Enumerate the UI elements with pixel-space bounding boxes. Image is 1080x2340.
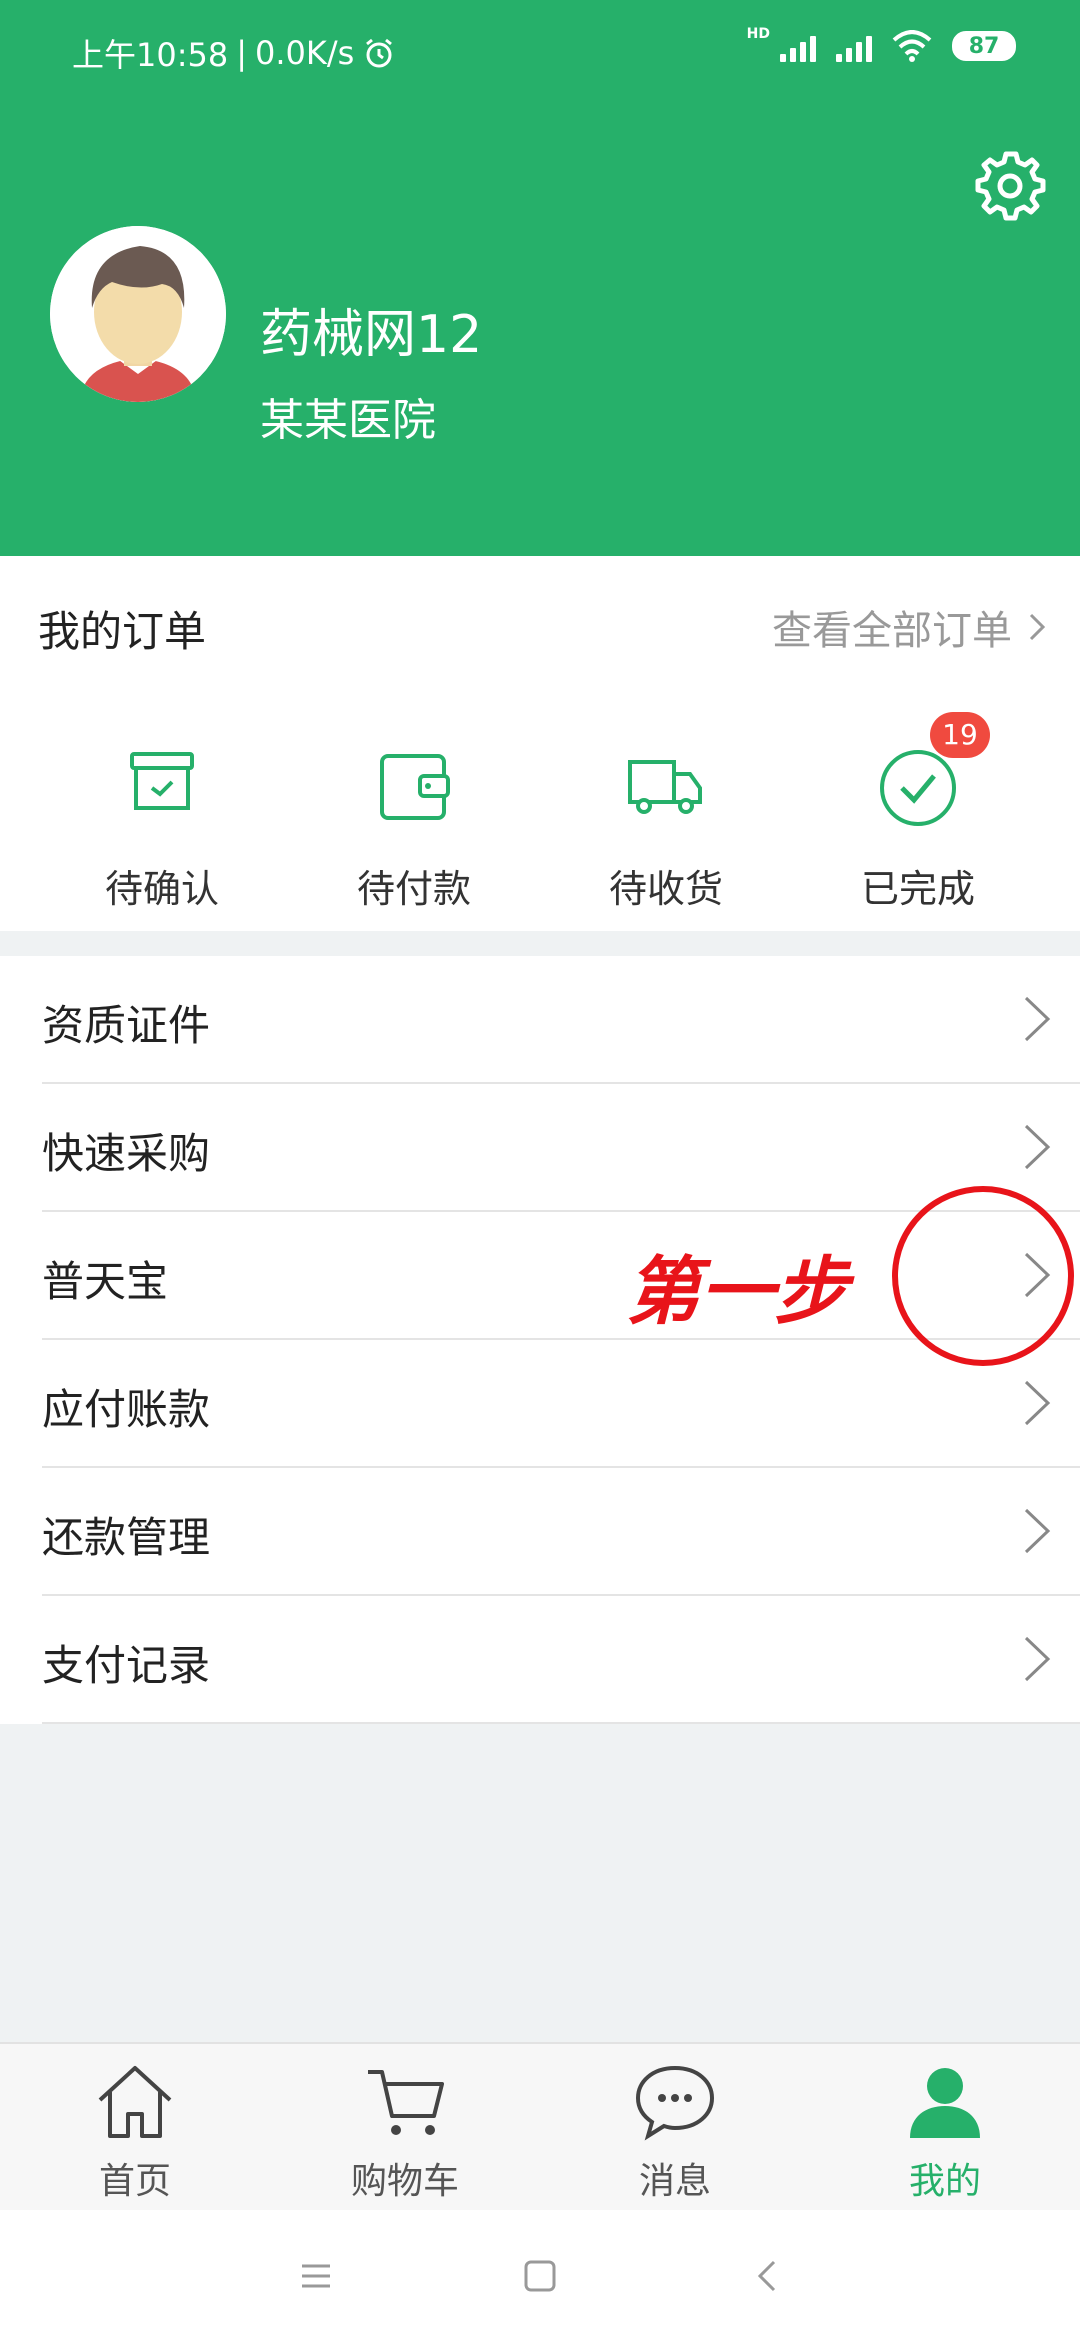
order-item-label: 待付款	[356, 867, 471, 911]
tab-label: 购物车	[350, 2161, 459, 2202]
chevron-right-icon	[1024, 1636, 1051, 1682]
annotation-step-label: 第一步	[626, 1250, 848, 1333]
order-pending-receipt[interactable]: 待收货	[540, 736, 792, 913]
wifi-icon	[892, 30, 932, 62]
menu-item-label: 应付账款	[42, 1385, 211, 1434]
orders-card: 我的订单 查看全部订单 待确认 待付款 待收货 19 已完成	[0, 556, 1080, 931]
chevron-right-icon	[1029, 613, 1046, 641]
avatar[interactable]	[50, 226, 226, 402]
tab-label: 首页	[98, 2161, 171, 2202]
menu-item-label: 资质证件	[42, 1001, 211, 1050]
check-circle-icon: 19	[868, 712, 990, 836]
status-time: 上午10:58	[72, 36, 229, 74]
profile-header: 上午10:58 | 0.0K/s HD 87 药械网12 某某医院	[0, 0, 1080, 556]
tab-home[interactable]: 首页	[0, 2062, 270, 2204]
user-icon	[910, 2068, 980, 2138]
orders-title: 我的订单	[38, 607, 207, 656]
menu-item-qualifications[interactable]: 资质证件	[42, 956, 1080, 1084]
avatar-illustration	[50, 226, 226, 402]
annotation-circle	[892, 1186, 1074, 1366]
menu-item-payment-records[interactable]: 支付记录	[42, 1596, 1080, 1724]
chevron-right-icon	[1024, 996, 1051, 1042]
menu-item-label: 支付记录	[42, 1641, 211, 1690]
status-bar: 上午10:58 | 0.0K/s HD 87	[0, 0, 1080, 100]
signal-icon	[780, 30, 816, 62]
status-left: 上午10:58 | 0.0K/s	[72, 30, 396, 76]
menu-item-label: 快速采购	[42, 1129, 211, 1178]
bottom-tab-bar: 首页 购物车 消息 我的	[0, 2042, 1080, 2210]
order-pending-payment[interactable]: 待付款	[288, 736, 540, 913]
chevron-right-icon	[1024, 1380, 1051, 1426]
hd-label: HD	[746, 26, 770, 42]
user-name: 药械网12	[260, 305, 483, 365]
system-nav-bar	[0, 2210, 1080, 2340]
tab-mine[interactable]: 我的	[810, 2062, 1080, 2204]
completed-count-badge: 19	[930, 712, 990, 758]
back-icon[interactable]	[748, 2258, 788, 2294]
status-divider: |	[236, 34, 248, 72]
message-icon	[635, 2065, 715, 2141]
menu-item-repayment[interactable]: 还款管理	[42, 1468, 1080, 1596]
menu-icon[interactable]	[296, 2258, 336, 2294]
tab-cart[interactable]: 购物车	[270, 2062, 540, 2204]
status-right: HD 87	[747, 26, 1016, 62]
order-item-label: 已完成	[860, 867, 975, 911]
order-pending-confirm[interactable]: 待确认	[36, 736, 288, 913]
signal-icon-2	[836, 30, 872, 62]
order-item-label: 待确认	[104, 867, 219, 911]
tab-label: 我的	[908, 2161, 981, 2202]
battery-icon: 87	[952, 31, 1016, 61]
chevron-right-icon	[1024, 1124, 1051, 1170]
wallet-icon	[364, 736, 464, 836]
settings-gear-icon[interactable]	[972, 148, 1048, 224]
view-all-orders-link[interactable]: 查看全部订单	[772, 598, 1046, 656]
view-all-orders-label: 查看全部订单	[772, 608, 1012, 654]
truck-icon	[616, 736, 716, 836]
home-icon	[98, 2066, 172, 2138]
menu-item-label: 普天宝	[42, 1257, 169, 1306]
menu-item-label: 还款管理	[42, 1513, 211, 1562]
menu-item-accounts-payable[interactable]: 应付账款	[42, 1340, 1080, 1468]
menu-item-quick-purchase[interactable]: 快速采购	[42, 1084, 1080, 1212]
order-item-label: 待收货	[608, 867, 723, 911]
order-completed[interactable]: 19 已完成	[792, 712, 1044, 913]
chevron-right-icon	[1024, 1508, 1051, 1554]
status-speed: 0.0K/s	[255, 34, 355, 72]
tab-label: 消息	[638, 2161, 711, 2202]
user-organization: 某某医院	[260, 395, 436, 446]
alarm-icon	[366, 38, 393, 68]
cart-icon	[368, 2070, 444, 2135]
box-check-icon	[112, 736, 212, 836]
tab-messages[interactable]: 消息	[540, 2062, 810, 2204]
home-square-icon[interactable]	[520, 2258, 560, 2294]
menu-list: 资质证件 快速采购 普天宝 应付账款 还款管理 支付记录	[0, 956, 1080, 1724]
